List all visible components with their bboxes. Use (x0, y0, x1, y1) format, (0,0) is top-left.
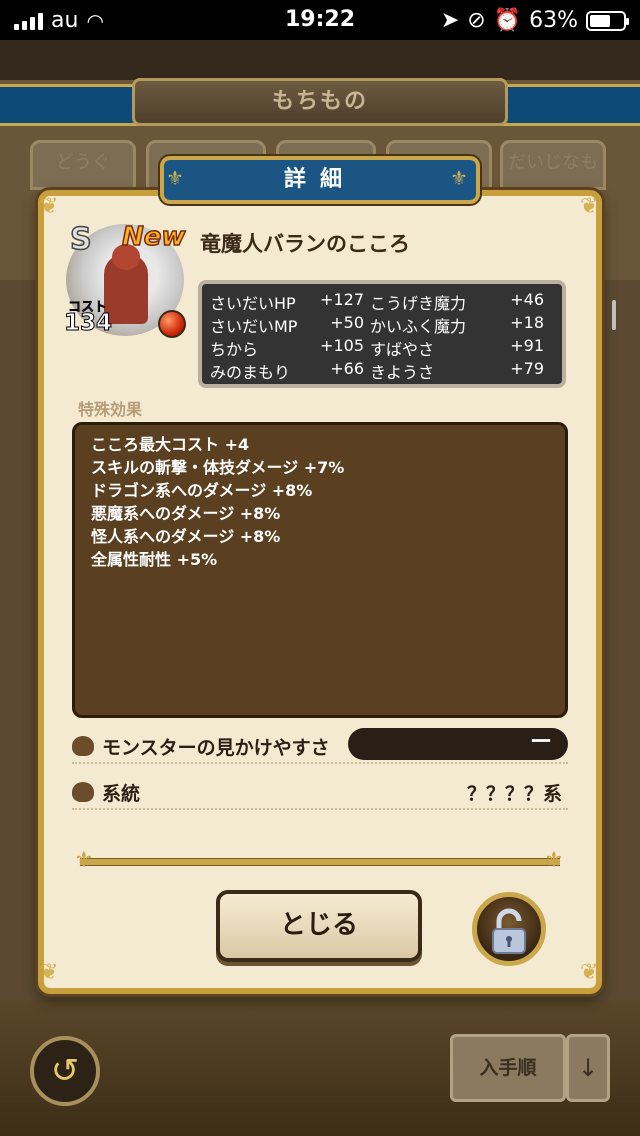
new-badge: New (121, 221, 186, 253)
stat-label: かいふく魔力 (370, 317, 467, 336)
stat-value: +91 (510, 336, 544, 355)
dialog-title: 詳細 (283, 167, 356, 192)
close-button[interactable]: とじる (216, 890, 422, 962)
stat-value: +79 (510, 359, 544, 378)
stat-label: きようさ (370, 363, 435, 382)
cost-value: 134 (63, 310, 113, 337)
stat-value: +50 (330, 313, 364, 332)
arrow-down-icon: ↓ (577, 1054, 599, 1082)
stat-label: すばやさ (370, 340, 435, 359)
effect-item: 全属性耐性 +5% (91, 550, 218, 569)
stat-label: さいだいMP (210, 317, 298, 336)
corner-ornament-icon: ❦ (40, 960, 59, 985)
stat-label: さいだいHP (210, 294, 296, 313)
effect-item: 悪魔系へのダメージ +8% (91, 504, 281, 523)
special-effects-box[interactable]: こころ最大コスト +4 スキルの斬撃・体技ダメージ +7% ドラゴン系へのダメー… (72, 422, 568, 718)
stat-label: みのまもり (210, 363, 291, 382)
corner-ornament-icon: ❦ (40, 194, 59, 219)
location-icon: ➤ (440, 8, 460, 33)
lock-button[interactable] (472, 892, 546, 966)
sort-order-button[interactable]: 入手順 (450, 1034, 566, 1102)
status-bar: au ◠ 19:22 ➤ ⊘ ⏰ 63% (0, 0, 640, 40)
ornamental-divider (80, 858, 560, 866)
battery-icon (586, 10, 629, 31)
visibility-label: モンスターの見かけやすさ (102, 737, 330, 759)
effect-item: こころ最大コスト +4 (91, 435, 250, 454)
divider-end-icon: ⚜ (544, 848, 564, 873)
screen-title-plate: もちもの (132, 78, 508, 126)
corner-ornament-icon: ❦ (580, 960, 599, 985)
drop-bullet-icon (72, 736, 94, 756)
stat-label: ちから (210, 340, 259, 359)
drop-bullet-icon (72, 782, 94, 802)
screen-title: もちもの (271, 89, 368, 114)
sort-direction-button[interactable]: ↓ (566, 1034, 610, 1102)
monster-name: 竜魔人バランのこころ (200, 232, 410, 256)
effect-item: スキルの斬撃・体技ダメージ +7% (91, 458, 345, 477)
lineage-row: 系統 ？？？？系 (72, 774, 568, 810)
stat-value: +18 (510, 313, 544, 332)
back-button[interactable]: ↺ (30, 1036, 100, 1106)
stats-table: さいだいHP +127 こうげき魔力 +46 さいだいMP +50 かいふく魔力… (198, 280, 566, 388)
stat-label: こうげき魔力 (370, 294, 467, 313)
header-ornament-icon: ⚜ (166, 166, 184, 190)
back-arrow-icon: ↺ (50, 1051, 80, 1091)
special-effects-label: 特殊効果 (78, 400, 143, 419)
lineage-value: ？？？？系 (466, 783, 562, 805)
effect-item: 怪人系へのダメージ +8% (91, 527, 281, 546)
red-orb-icon (158, 310, 186, 338)
corner-ornament-icon: ❦ (580, 194, 599, 219)
battery-percent: 63% (529, 8, 578, 33)
stat-value: +105 (320, 336, 364, 355)
unlock-icon (492, 908, 526, 954)
status-right: ➤ ⊘ ⏰ 63% (440, 8, 629, 33)
header-ornament-icon: ⚜ (450, 166, 468, 190)
lineage-label: 系統 (102, 783, 141, 805)
scroll-indicator[interactable] (612, 300, 616, 330)
dialog-header: 詳細 (160, 156, 480, 204)
stat-value: +46 (510, 290, 544, 309)
tab-items[interactable]: どうぐ (30, 140, 136, 190)
stat-value: +66 (330, 359, 364, 378)
visibility-value: ー (348, 728, 568, 760)
alarm-icon: ⏰ (493, 8, 522, 33)
tab-key-items[interactable]: だいじなもの (500, 140, 606, 190)
rotation-lock-icon: ⊘ (467, 8, 486, 33)
visibility-row: モンスターの見かけやすさ ー (72, 728, 568, 764)
rank-badge: S (69, 221, 92, 258)
effect-item: ドラゴン系へのダメージ +8% (91, 481, 313, 500)
divider-end-icon: ⚜ (74, 848, 94, 873)
stat-value: +127 (320, 290, 364, 309)
